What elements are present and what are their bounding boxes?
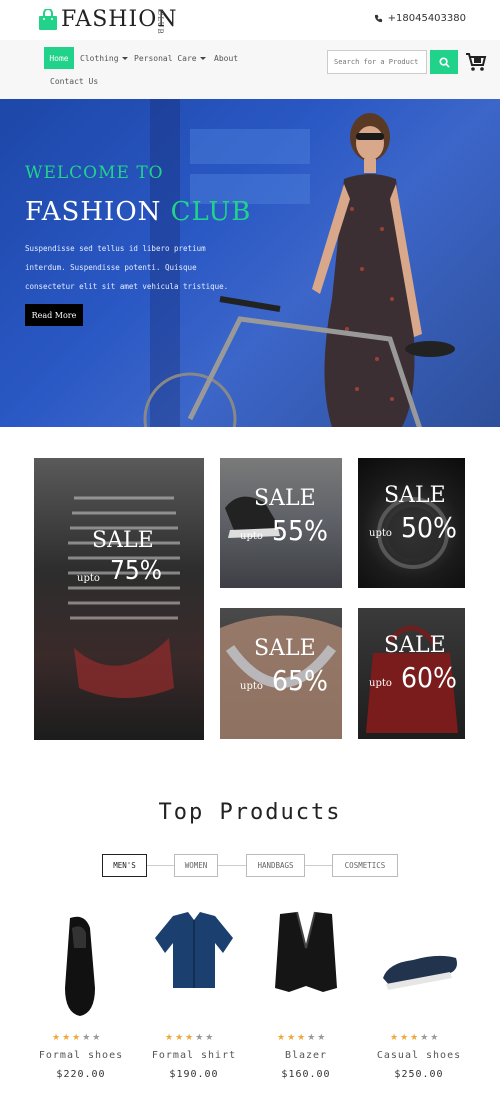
read-more-button[interactable]: Read More (25, 304, 83, 326)
product-name[interactable]: Formal shoes (26, 1050, 136, 1061)
sale-percent: 75% (110, 556, 162, 586)
product-image-casual-shoes[interactable] (378, 908, 460, 1020)
phone-number: +18045403380 (387, 13, 466, 24)
caret-down-icon (121, 57, 128, 60)
phone-contact[interactable]: +18045403380 (374, 13, 466, 24)
sale-upto: upto (240, 681, 263, 692)
star-icon: ★★ (420, 1033, 441, 1043)
sale-tile-image (68, 496, 180, 698)
product-rating: ★★★★★ (277, 1033, 327, 1043)
sale-percent: 65% (272, 664, 328, 697)
shopping-bag-icon (39, 8, 57, 30)
sale-upto: upto (77, 573, 100, 584)
sale-tile-necklace[interactable]: SALE upto 65% (220, 608, 342, 739)
nav-item-clothing[interactable]: Clothing (80, 54, 128, 63)
product-price: $220.00 (56, 1069, 106, 1080)
nav-item-home[interactable]: Home (44, 47, 74, 69)
product-image-formal-shirt[interactable] (153, 908, 235, 1020)
sale-percent: 55% (272, 514, 328, 547)
sale-tile-watch[interactable]: SALE upto 50% (358, 458, 465, 588)
tab-cosmetics[interactable]: COSMETICS (332, 854, 398, 877)
product-image-formal-shoes[interactable] (40, 908, 122, 1020)
sale-percent: 50% (401, 511, 457, 544)
star-icon: ★★ (82, 1033, 103, 1043)
hero-bicycle-image (143, 296, 455, 427)
logo-subtext: CLUB (156, 10, 164, 35)
product-name[interactable]: Formal shirt (139, 1050, 249, 1061)
search-input[interactable] (327, 50, 427, 74)
sale-tile-handbag[interactable]: SALE upto 60% (358, 608, 465, 739)
star-icon: ★★★ (52, 1033, 83, 1043)
nav-item-label: Clothing (80, 54, 119, 63)
star-icon: ★★★ (277, 1033, 308, 1043)
section-title-top-products: Top Products (158, 800, 342, 825)
sale-upto: upto (369, 678, 392, 689)
search-button[interactable] (430, 50, 458, 74)
cart-icon[interactable] (465, 52, 487, 72)
product-name[interactable]: Blazer (251, 1050, 361, 1061)
product-rating: ★★★★★ (52, 1033, 102, 1043)
sale-percent: 60% (401, 661, 457, 694)
product-image-blazer[interactable] (265, 908, 347, 1020)
caret-down-icon (199, 57, 206, 60)
top-bar: FASHION CLUB +18045403380 (0, 0, 500, 40)
nav-bar: Home Clothing Personal Care About Contac… (0, 40, 500, 99)
tab-handbags[interactable]: HANDBAGS (246, 854, 305, 877)
star-icon: ★★ (195, 1033, 216, 1043)
hero-title: FASHION CLUB (25, 197, 251, 227)
hero-title-accent: CLUB (170, 197, 252, 227)
product-name[interactable]: Casual shoes (364, 1050, 474, 1061)
sale-label: SALE (384, 483, 446, 508)
sale-label: SALE (384, 633, 446, 658)
sale-tile-sneakers[interactable]: SALE upto 55% (220, 458, 342, 588)
product-rating: ★★★★★ (165, 1033, 215, 1043)
search-icon (438, 56, 450, 68)
star-icon: ★★ (307, 1033, 328, 1043)
product-price: $190.00 (169, 1069, 219, 1080)
sale-label: SALE (254, 486, 316, 511)
hero-banner: WELCOME TO FASHION CLUB Suspendisse sed … (0, 99, 500, 427)
sale-upto: upto (240, 531, 263, 542)
product-rating: ★★★★★ (390, 1033, 440, 1043)
star-icon: ★★★ (165, 1033, 196, 1043)
nav-item-about[interactable]: About (214, 54, 238, 63)
sale-label: SALE (92, 528, 154, 553)
sale-label: SALE (254, 636, 316, 661)
nav-item-contact-us[interactable]: Contact Us (50, 77, 98, 86)
sale-upto: upto (369, 528, 392, 539)
hero-title-main: FASHION (25, 197, 162, 227)
nav-item-personal-care[interactable]: Personal Care (134, 54, 206, 63)
star-icon: ★★★ (390, 1033, 421, 1043)
phone-icon (374, 14, 382, 23)
product-price: $160.00 (281, 1069, 331, 1080)
hero-welcome: WELCOME TO (25, 163, 164, 183)
tab-mens[interactable]: MEN'S (102, 854, 147, 877)
tab-women[interactable]: WOMEN (174, 854, 218, 877)
sale-tile-dress[interactable]: SALE upto 75% (34, 458, 204, 740)
nav-item-label: Personal Care (134, 54, 197, 63)
product-price: $250.00 (394, 1069, 444, 1080)
hero-description: Suspendisse sed tellus id libero pretium… (25, 244, 229, 291)
